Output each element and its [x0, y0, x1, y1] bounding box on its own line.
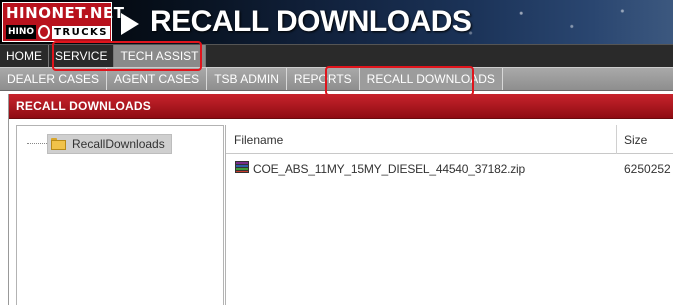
sub-nav-agent-cases[interactable]: AGENT CASES — [107, 68, 208, 90]
tree-node-recall-downloads[interactable]: RecallDownloads — [47, 134, 172, 154]
recall-downloads-panel: RECALL DOWNLOADS RecallDownloads Filenam… — [8, 94, 673, 305]
table-row[interactable]: COE_ABS_11MY_15MY_DIESEL_44540_37182.zip… — [226, 159, 673, 179]
zip-archive-icon — [235, 161, 249, 176]
logo-hino-trucks: HINO TRUCKS — [6, 24, 110, 40]
nav-item-tech-assist[interactable]: TECH ASSIST — [114, 45, 206, 67]
file-size: 6250252 — [624, 162, 671, 176]
logo-hinonet-text: HINONET.NET — [6, 4, 125, 22]
nav-item-service[interactable]: SERVICE — [49, 45, 115, 67]
nav-item-home[interactable]: HOME — [0, 45, 49, 67]
main-nav: HOME SERVICE TECH ASSIST — [0, 44, 673, 67]
site-banner: HINONET.NET HINO TRUCKS RECALL DOWNLOADS — [0, 0, 673, 44]
folder-icon — [51, 138, 66, 150]
sub-nav-tsb-admin[interactable]: TSB ADMIN — [207, 68, 287, 90]
sub-nav: DEALER CASES AGENT CASES TSB ADMIN REPOR… — [0, 67, 673, 91]
column-header-filename[interactable]: Filename — [234, 133, 283, 147]
column-divider — [616, 125, 617, 154]
file-list: Filename Size COE_ABS_11MY_15MY_DIESEL_4… — [225, 125, 673, 305]
hino-emblem-icon — [38, 25, 51, 39]
sub-nav-dealer-cases[interactable]: DEALER CASES — [0, 68, 108, 90]
sub-nav-recall-downloads[interactable]: RECALL DOWNLOADS — [359, 68, 503, 90]
folder-tree: RecallDownloads — [16, 125, 224, 305]
logo-hino-text: HINO — [6, 25, 37, 39]
page-title: RECALL DOWNLOADS — [150, 5, 472, 38]
file-name-link[interactable]: COE_ABS_11MY_15MY_DIESEL_44540_37182.zip — [253, 162, 525, 176]
tree-node-label: RecallDownloads — [72, 137, 165, 151]
sub-nav-reports[interactable]: REPORTS — [287, 68, 360, 90]
file-list-header: Filename Size — [226, 125, 673, 154]
tree-connector — [27, 143, 47, 144]
hinonet-logo[interactable]: HINONET.NET HINO TRUCKS — [2, 2, 125, 42]
panel-body: RecallDownloads Filename Size COE_ABS_11… — [9, 118, 673, 305]
play-arrow-icon — [121, 13, 139, 35]
column-header-size[interactable]: Size — [624, 133, 647, 147]
panel-header: RECALL DOWNLOADS — [9, 94, 673, 118]
logo-trucks-text: TRUCKS — [52, 25, 110, 39]
